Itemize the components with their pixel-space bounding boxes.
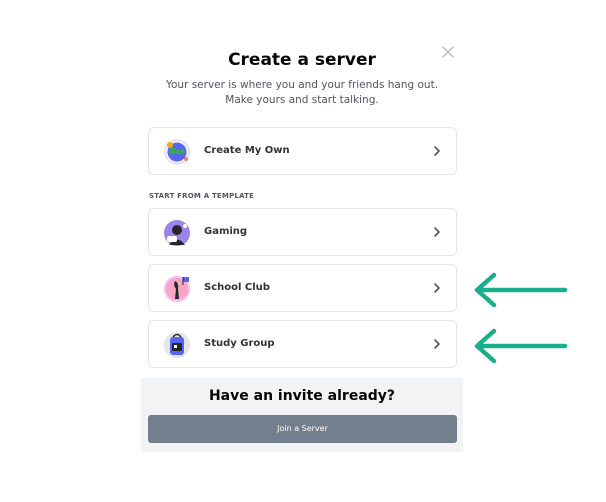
template-school-club-button[interactable]: School Club (148, 264, 457, 312)
study-group-icon (164, 332, 190, 358)
annotation-arrow-icon (474, 272, 568, 308)
modal-footer: Have an invite already? Join a Server (141, 378, 463, 452)
chevron-right-icon (434, 283, 440, 293)
create-my-own-button[interactable]: Create My Own (148, 127, 457, 175)
template-section-label: START FROM A TEMPLATE (149, 192, 255, 200)
chevron-right-icon (434, 227, 440, 237)
gaming-icon (164, 220, 190, 246)
chevron-right-icon (434, 339, 440, 349)
globe-icon (164, 139, 190, 165)
create-server-modal: Create a server Your server is where you… (141, 34, 463, 452)
gaming-label: Gaming (204, 226, 248, 237)
modal-subtitle: Your server is where you and your friend… (165, 79, 439, 106)
modal-title: Create a server (228, 50, 376, 70)
close-icon[interactable] (440, 44, 456, 60)
join-server-button[interactable]: Join a Server (148, 415, 457, 443)
chevron-right-icon (434, 146, 440, 156)
template-gaming-button[interactable]: Gaming (148, 208, 457, 256)
annotation-arrow-icon (474, 328, 568, 364)
study-group-label: Study Group (204, 338, 275, 349)
school-club-label: School Club (204, 282, 270, 293)
template-study-group-button[interactable]: Study Group (148, 320, 457, 368)
school-club-icon (164, 276, 190, 302)
create-my-own-label: Create My Own (204, 145, 290, 156)
invite-heading: Have an invite already? (208, 388, 396, 404)
